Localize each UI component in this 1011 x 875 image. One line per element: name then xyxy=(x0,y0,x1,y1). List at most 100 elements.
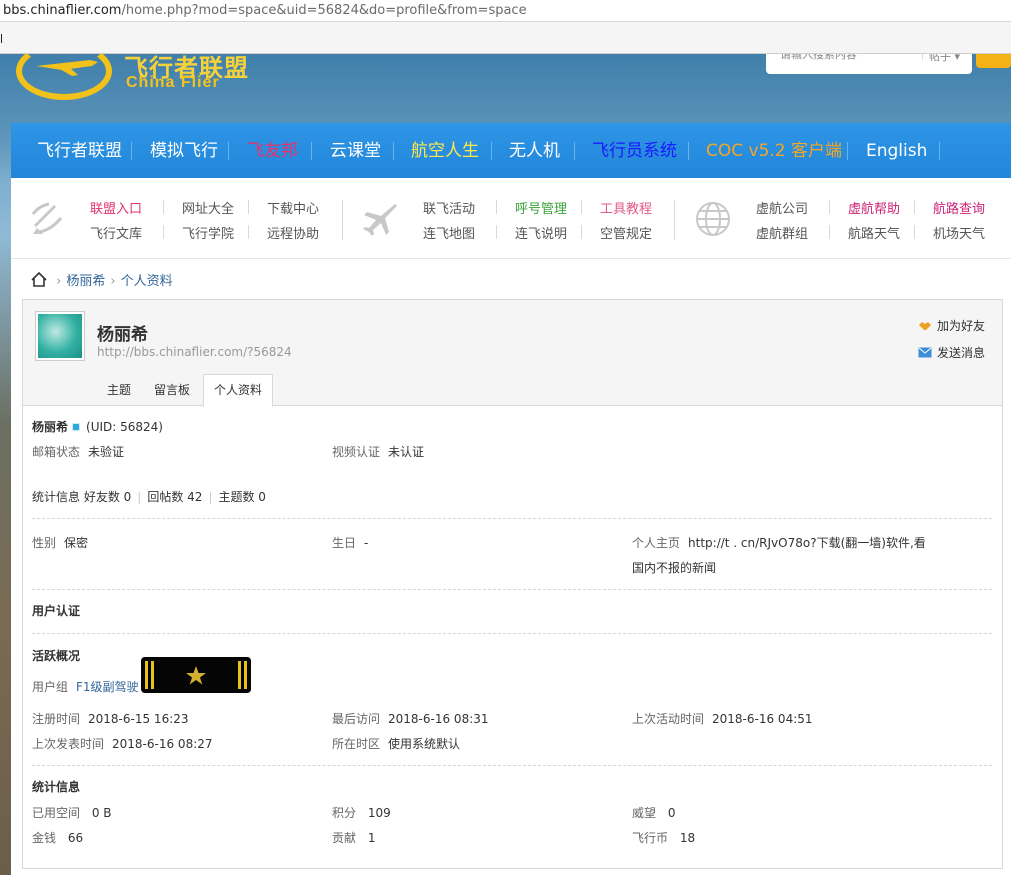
link-divider xyxy=(248,225,249,239)
globe-icon xyxy=(696,202,730,236)
link-divider xyxy=(914,225,915,239)
used-space: 已用空间 0 B xyxy=(32,806,112,820)
link-divider xyxy=(829,225,830,239)
points: 积分 109 xyxy=(332,806,391,820)
section-title-activity: 活跃概况 xyxy=(32,649,81,663)
nav-item[interactable]: 无人机 xyxy=(509,123,560,178)
quick-link[interactable]: 虚航公司 xyxy=(756,198,808,217)
quick-link[interactable]: 下载中心 xyxy=(267,198,319,217)
quick-link[interactable]: 空管规定 xyxy=(600,223,652,242)
quick-link[interactable]: 飞行文库 xyxy=(90,223,142,242)
breadcrumb-user[interactable]: 杨丽希 xyxy=(66,274,105,289)
chevron-right-icon: › xyxy=(56,274,62,289)
quick-link[interactable]: 远程协助 xyxy=(267,223,319,242)
quick-links-bar: 联盟入口 网址大全 下载中心 飞行文库 飞行学院 远程协助 联飞活动 呼号管理 … xyxy=(11,178,1011,259)
uid-row: 杨丽希 (UID: 56824) xyxy=(32,420,163,434)
home-icon[interactable] xyxy=(31,271,47,287)
airplane-icon xyxy=(363,204,397,236)
quick-link[interactable]: 工具教程 xyxy=(600,198,652,217)
quick-link[interactable]: 机场天气 xyxy=(933,223,985,242)
nav-item[interactable]: COC v5.2 客户端 xyxy=(706,123,842,178)
divider xyxy=(32,589,992,590)
quick-link[interactable]: 飞行学院 xyxy=(182,223,234,242)
money: 金钱 66 xyxy=(32,831,84,845)
search-placeholder: 请输入搜索内容 xyxy=(780,54,857,61)
link-divider xyxy=(581,225,582,239)
homepage-field-cont: 国内不报的新闻 xyxy=(632,561,717,575)
nav-item[interactable]: 模拟飞行 xyxy=(150,123,218,178)
rank-badge-icon xyxy=(141,657,251,693)
logo-plane-icon xyxy=(36,60,98,76)
gender-field: 性别 保密 xyxy=(32,536,89,550)
friends-count[interactable]: 好友数 0 xyxy=(84,490,131,504)
section-title-stats: 统计信息 xyxy=(32,780,81,794)
homepage-field: 个人主页 http://t . cn/RJvO78o?下载(翻一墙)软件,看 xyxy=(632,536,926,550)
vip-icon xyxy=(72,423,81,431)
quick-link[interactable]: 呼号管理 xyxy=(515,198,567,217)
link-divider xyxy=(163,225,164,239)
search-input[interactable]: 请输入搜索内容 帖子 ▾ xyxy=(766,54,972,74)
logo-text-en: China Flier xyxy=(126,74,220,91)
replies-count[interactable]: 回帖数 42 xyxy=(147,490,202,504)
quick-link[interactable]: 网址大全 xyxy=(182,198,234,217)
group-divider xyxy=(674,200,675,240)
search-scope-select[interactable]: 帖子 ▾ xyxy=(922,54,960,63)
quick-link[interactable]: 连飞地图 xyxy=(423,223,475,242)
register-time: 注册时间 2018-6-15 16:23 xyxy=(32,712,189,726)
search-button[interactable] xyxy=(976,54,1011,68)
nav-divider xyxy=(311,142,312,160)
link-divider xyxy=(163,200,164,214)
link-divider xyxy=(496,225,497,239)
homepage-link[interactable]: http://t . cn/RJvO78o?下载(翻一墙)软件,看 xyxy=(688,536,926,550)
user-group: 用户组 F1级副驾驶 xyxy=(32,680,139,694)
last-visit: 最后访问 2018-6-16 08:31 xyxy=(332,712,489,726)
user-group-link[interactable]: F1级副驾驶 xyxy=(76,680,139,694)
profile-space-url[interactable]: http://bbs.chinaflier.com/?56824 xyxy=(97,345,292,359)
quick-link[interactable]: 航路查询 xyxy=(933,198,985,217)
section-title-auth: 用户认证 xyxy=(32,604,81,618)
link-divider xyxy=(829,200,830,214)
avatar[interactable] xyxy=(35,311,85,361)
nav-item[interactable]: 云课堂 xyxy=(330,123,381,178)
add-friend-button[interactable]: 加为好友 xyxy=(918,317,985,334)
quick-link[interactable]: 虚航群组 xyxy=(756,223,808,242)
tab-threads[interactable]: 主题 xyxy=(107,381,131,398)
nav-divider xyxy=(847,142,848,160)
last-post: 上次发表时间 2018-6-16 08:27 xyxy=(32,737,213,751)
timezone: 所在时区 使用系统默认 xyxy=(332,737,461,751)
address-bar[interactable]: bbs.chinaflier.com/home.php?mod=space&ui… xyxy=(0,0,1011,22)
handshake-icon xyxy=(919,322,931,330)
birthday-field: 生日 - xyxy=(332,536,369,550)
nav-item[interactable]: English xyxy=(866,123,927,178)
tab-guestbook[interactable]: 留言板 xyxy=(154,381,190,398)
satellite-icon xyxy=(31,202,63,234)
chevron-right-icon: › xyxy=(110,274,116,289)
group-divider xyxy=(342,200,343,240)
main-content: › 杨丽希 › 个人资料 杨丽希 http://bbs.chinaflier.com/… xyxy=(11,259,1011,875)
quick-link[interactable]: 虚航帮助 xyxy=(848,198,900,217)
site-logo[interactable]: 飞行者联盟 China Flier xyxy=(12,54,252,104)
link-divider xyxy=(248,200,249,214)
main-nav: 飞行者联盟 模拟飞行 飞友邦 云课堂 航空人生 无人机 飞行员系统 COC v5… xyxy=(11,123,1011,178)
nav-item[interactable]: 飞行者联盟 xyxy=(37,123,122,178)
quick-link[interactable]: 联盟入口 xyxy=(90,198,142,217)
threads-count[interactable]: 主题数 0 xyxy=(218,490,265,504)
divider xyxy=(32,518,992,519)
quick-link[interactable]: 连飞说明 xyxy=(515,223,567,242)
quick-link[interactable]: 航路天气 xyxy=(848,223,900,242)
browser-toolbar xyxy=(0,22,1011,54)
nav-divider xyxy=(939,142,940,160)
nav-item[interactable]: 航空人生 xyxy=(411,123,479,178)
profile-username: 杨丽希 xyxy=(97,325,148,345)
breadcrumb-current[interactable]: 个人资料 xyxy=(121,274,173,289)
tab-profile[interactable]: 个人资料 xyxy=(203,374,274,407)
nav-item[interactable]: 飞行员系统 xyxy=(592,123,677,178)
avatar-image xyxy=(38,314,82,358)
link-divider xyxy=(496,200,497,214)
nav-item[interactable]: 飞友邦 xyxy=(247,123,298,178)
prestige: 威望 0 xyxy=(632,806,676,820)
send-message-button[interactable]: 发送消息 xyxy=(918,344,985,361)
stats-summary: 统计信息 好友数 0 | 回帖数 42 | 主题数 0 xyxy=(32,490,266,504)
last-active: 上次活动时间 2018-6-16 04:51 xyxy=(632,712,813,726)
quick-link[interactable]: 联飞活动 xyxy=(423,198,475,217)
